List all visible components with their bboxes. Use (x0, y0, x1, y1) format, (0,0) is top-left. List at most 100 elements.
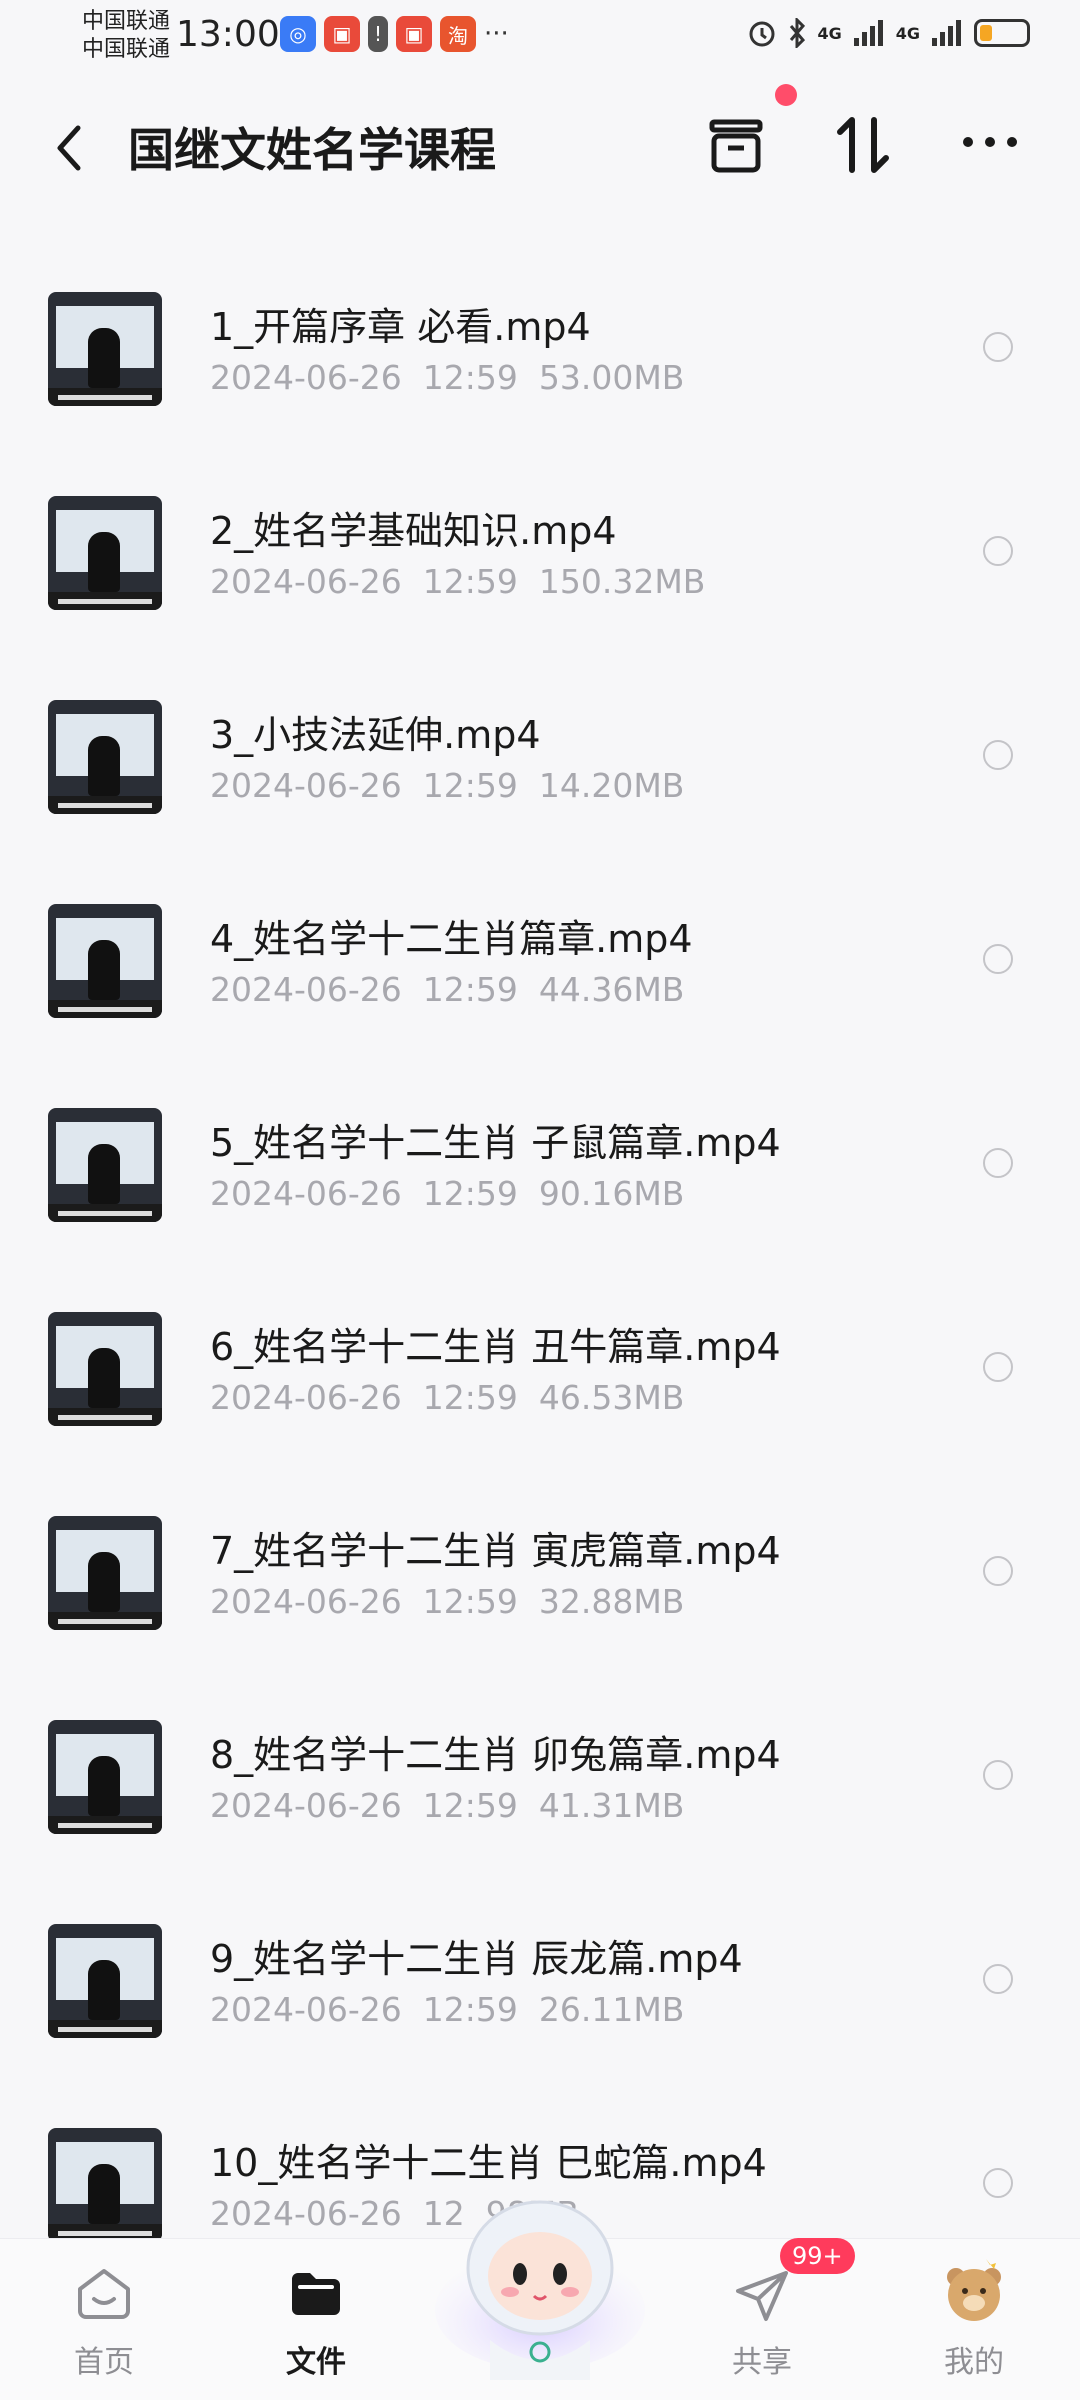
file-meta: 2024-06-26 12:59 90.16MB (210, 1174, 684, 1213)
file-size: 90.16MB (538, 1174, 685, 1213)
file-meta: 2024-06-26 12:59 41.31MB (210, 1786, 684, 1825)
video-thumbnail (48, 2128, 162, 2242)
video-thumbnail (48, 1516, 162, 1630)
alert-icon: ! (368, 16, 388, 52)
notification-icons: ◎ ▣ ! ▣ 淘 ··· (280, 16, 509, 52)
file-date: 2024-06-26 (210, 1378, 402, 1417)
file-date: 2024-06-26 (210, 1582, 402, 1621)
file-time: 12:59 (422, 1990, 518, 2029)
file-date: 2024-06-26 (210, 1990, 402, 2029)
select-radio[interactable] (983, 2168, 1013, 2198)
app-notification-icon: ◎ (280, 16, 316, 52)
select-radio[interactable] (983, 1148, 1013, 1178)
select-radio[interactable] (983, 1964, 1013, 1994)
list-item[interactable]: 4_姓名学十二生肖篇章.mp4 2024-06-26 12:59 44.36MB (0, 892, 1080, 1096)
file-name: 7_姓名学十二生肖 寅虎篇章.mp4 (210, 1529, 781, 1573)
carrier-labels: 中国联通 中国联通 (82, 8, 170, 64)
file-meta: 2024-06-26 12:59 150.32MB (210, 562, 705, 601)
video-thumbnail (48, 700, 162, 814)
file-size: 53.00MB (538, 358, 685, 397)
signal-label: 4G (895, 23, 920, 43)
file-date: 2024-06-26 (210, 358, 402, 397)
file-time: 12:59 (422, 1174, 518, 1213)
assistant-mascot-button[interactable] (430, 2180, 650, 2380)
file-meta: 2024-06-26 12:59 26.11MB (210, 1990, 684, 2029)
file-time: 12:59 (422, 562, 518, 601)
file-name: 2_姓名学基础知识.mp4 (210, 509, 617, 553)
file-name: 3_小技法延伸.mp4 (210, 713, 541, 757)
folder-icon (292, 2273, 340, 2315)
alarm-icon (749, 21, 775, 47)
file-name: 5_姓名学十二生肖 子鼠篇章.mp4 (210, 1121, 781, 1165)
select-radio[interactable] (983, 536, 1013, 566)
video-thumbnail (48, 1720, 162, 1834)
signal-icon (932, 20, 961, 46)
sort-icon[interactable] (834, 114, 894, 176)
video-thumbnail (48, 904, 162, 1018)
select-radio[interactable] (983, 332, 1013, 362)
file-meta: 2024-06-26 12:59 14.20MB (210, 766, 684, 805)
file-name: 6_姓名学十二生肖 丑牛篇章.mp4 (210, 1325, 781, 1369)
app-notification-icon: ▣ (324, 16, 360, 52)
file-time: 12:59 (422, 766, 518, 805)
file-size: 41.31MB (538, 1786, 685, 1825)
file-name: 9_姓名学十二生肖 辰龙篇.mp4 (210, 1937, 743, 1981)
file-size: 44.36MB (538, 970, 685, 1009)
file-date: 2024-06-26 (210, 1786, 402, 1825)
select-radio[interactable] (983, 944, 1013, 974)
file-time: 12:59 (422, 358, 518, 397)
carrier-1: 中国联通 (82, 9, 171, 34)
list-item[interactable]: 1_开篇序章 必看.mp4 2024-06-26 12:59 53.00MB (0, 280, 1080, 484)
list-item[interactable]: 8_姓名学十二生肖 卯兔篇章.mp4 2024-06-26 12:59 41.3… (0, 1708, 1080, 1912)
bear-avatar-icon (947, 2259, 1001, 2321)
file-size: 26.11MB (538, 1990, 685, 2029)
tab-mine-label: 我的 (944, 2345, 1004, 2380)
file-date: 2024-06-26 (210, 2194, 402, 2233)
list-item[interactable]: 2_姓名学基础知识.mp4 2024-06-26 12:59 150.32MB (0, 484, 1080, 688)
list-item[interactable]: 3_小技法延伸.mp4 2024-06-26 12:59 14.20MB (0, 688, 1080, 892)
file-meta: 2024-06-26 12:59 44.36MB (210, 970, 684, 1009)
file-name: 1_开篇序章 必看.mp4 (210, 305, 591, 349)
select-radio[interactable] (983, 740, 1013, 770)
video-thumbnail (48, 1924, 162, 2038)
top-bar: 国继文姓名学课程 (0, 90, 1080, 200)
video-thumbnail (48, 496, 162, 610)
send-icon (736, 2271, 788, 2321)
file-date: 2024-06-26 (210, 970, 402, 1009)
back-arrow-icon[interactable] (50, 120, 90, 176)
file-meta: 2024-06-26 12:59 32.88MB (210, 1582, 684, 1621)
file-meta: 2024-06-26 12:59 46.53MB (210, 1378, 684, 1417)
battery-icon (974, 19, 1030, 47)
file-meta: 2024-06-26 12:59 53.00MB (210, 358, 684, 397)
file-name: 8_姓名学十二生肖 卯兔篇章.mp4 (210, 1733, 781, 1777)
app-notification-icon: ▣ (396, 16, 432, 52)
video-thumbnail (48, 1108, 162, 1222)
file-list: 1_开篇序章 必看.mp4 2024-06-26 12:59 53.00MB 2… (0, 280, 1080, 2320)
list-item[interactable]: 7_姓名学十二生肖 寅虎篇章.mp4 2024-06-26 12:59 32.8… (0, 1504, 1080, 1708)
file-time: 12:59 (422, 1378, 518, 1417)
list-item[interactable]: 6_姓名学十二生肖 丑牛篇章.mp4 2024-06-26 12:59 46.5… (0, 1300, 1080, 1504)
list-item[interactable]: 9_姓名学十二生肖 辰龙篇.mp4 2024-06-26 12:59 26.11… (0, 1912, 1080, 2116)
signal-label: 4G (817, 23, 842, 43)
file-size: 32.88MB (538, 1582, 685, 1621)
video-thumbnail (48, 1312, 162, 1426)
bluetooth-icon (790, 18, 806, 48)
status-bar: 中国联通 中国联通 13:00 ◎ ▣ ! ▣ 淘 ··· 4G 4G (0, 0, 1080, 72)
select-radio[interactable] (983, 1556, 1013, 1586)
more-menu-icon[interactable] (960, 132, 1020, 152)
file-time: 12:59 (422, 970, 518, 1009)
carrier-2: 中国联通 (82, 37, 171, 62)
file-date: 2024-06-26 (210, 766, 402, 805)
select-radio[interactable] (983, 1760, 1013, 1790)
list-item[interactable]: 5_姓名学十二生肖 子鼠篇章.mp4 2024-06-26 12:59 90.1… (0, 1096, 1080, 1300)
file-name: 4_姓名学十二生肖篇章.mp4 (210, 917, 693, 961)
system-status: 4G 4G (747, 18, 1030, 48)
file-date: 2024-06-26 (210, 562, 402, 601)
file-time: 12:59 (422, 1582, 518, 1621)
select-radio[interactable] (983, 1352, 1013, 1382)
taobao-icon: 淘 (440, 16, 476, 52)
file-size: 46.53MB (538, 1378, 685, 1417)
tab-share-label: 共享 (732, 2345, 792, 2380)
archive-icon[interactable] (706, 114, 766, 176)
file-time: 12:59 (422, 1786, 518, 1825)
